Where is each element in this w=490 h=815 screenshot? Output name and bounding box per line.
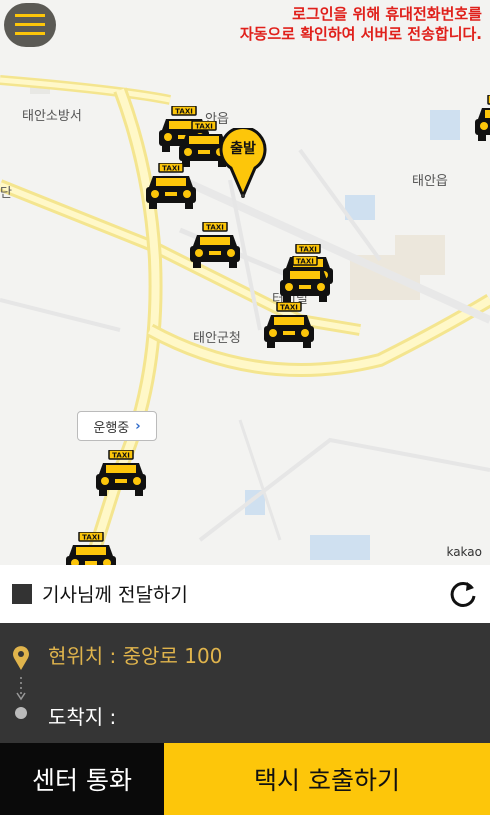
driver-message-checkbox[interactable] [12,584,32,604]
map-roads [0,75,490,565]
current-location-value: 중앙로 100 [122,644,223,668]
privacy-notice: 로그인을 위해 휴대전화번호를 자동으로 확인하여 서버로 전송합니다. [239,5,482,43]
route-dots-icon [16,677,26,701]
taxi-marker[interactable]: TAXI [63,531,119,565]
driver-message-label: 기사님께 전달하기 [42,584,188,606]
svg-text:TAXI: TAXI [82,534,100,542]
map-view[interactable]: 태안소방서 태안군청 태안읍 안읍 단 터미널 TAXI TAXI TAXI T… [0,0,490,565]
origin-pin-label: 출발 [230,141,256,157]
current-location[interactable]: 현위치 : 중앙로 100 [48,640,222,669]
destination-field[interactable]: 도착지 : [48,701,116,730]
taxi-marker[interactable]: TAXI [187,221,243,270]
menu-button[interactable] [4,3,56,47]
taxi-icon: TAXI [96,449,146,496]
taxi-marker[interactable]: TAXI [143,162,199,211]
taxi-icon: TAXI [475,94,490,141]
svg-text:TAXI: TAXI [112,452,130,460]
map-label-partial-left: 단 [0,186,12,201]
center-call-button[interactable]: 센터 통화 [0,743,164,815]
origin-pin[interactable]: 출발 [218,126,268,200]
taxi-marker[interactable]: TAXI [277,255,333,304]
bubble-label: 운행중 [93,420,130,436]
map-label-fire-station: 태안소방서 [22,109,82,124]
location-pin-icon [12,646,30,670]
call-taxi-button[interactable]: 택시 호출하기 [164,743,490,815]
chevron-right-icon: › [135,418,141,434]
svg-text:TAXI: TAXI [299,246,317,254]
svg-text:TAXI: TAXI [280,304,298,312]
driving-status-bubble[interactable]: 운행중 › [77,411,157,441]
svg-text:TAXI: TAXI [206,224,224,232]
taxi-marker[interactable]: TAXI [261,301,317,350]
map-label-county-office: 태안군청 [193,331,241,346]
svg-text:TAXI: TAXI [296,258,314,266]
taxi-icon: TAXI [146,162,196,209]
hamburger-icon [15,14,45,35]
taxi-icon: TAXI [280,255,330,302]
svg-text:TAXI: TAXI [162,165,180,173]
destination-dot-icon [15,707,27,719]
map-attribution: kakao [446,545,482,559]
taxi-marker[interactable]: TAXI [472,94,490,143]
current-location-label: 현위치 : [48,644,123,668]
taxi-marker[interactable]: TAXI [93,449,149,498]
taxi-icon: TAXI [264,301,314,348]
svg-text:TAXI: TAXI [195,123,213,131]
svg-text:TAXI: TAXI [175,108,193,116]
taxi-icon: TAXI [66,531,116,565]
refresh-icon[interactable] [448,579,478,609]
map-label-town: 태안읍 [412,174,448,189]
taxi-icon: TAXI [190,221,240,268]
